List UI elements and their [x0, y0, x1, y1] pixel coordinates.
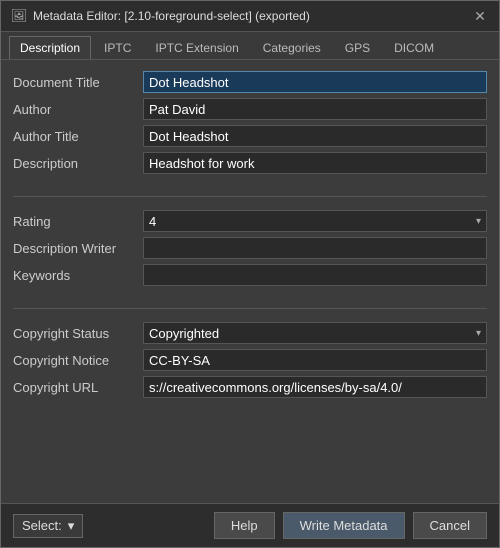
rating-select[interactable]: 0 1 2 3 4 5	[143, 210, 487, 232]
rating-row: Rating 0 1 2 3 4 5 ▾	[13, 209, 487, 233]
rating-label: Rating	[13, 214, 143, 229]
author-input[interactable]	[143, 98, 487, 120]
description-writer-label: Description Writer	[13, 241, 143, 256]
title-bar: 🖼 Metadata Editor: [2.10-foreground-sele…	[1, 1, 499, 32]
copyright-status-row: Copyright Status Unknown Copyrighted Pub…	[13, 321, 487, 345]
description-writer-input[interactable]	[143, 237, 487, 259]
content-area: Document Title Author Author Title Descr…	[1, 60, 499, 503]
select-dropdown-chevron-icon: ▾	[68, 518, 75, 534]
description-row: Description	[13, 151, 487, 175]
keywords-row: Keywords	[13, 263, 487, 287]
divider-1	[13, 196, 487, 197]
author-title-input[interactable]	[143, 125, 487, 147]
divider-2	[13, 308, 487, 309]
copyright-notice-row: Copyright Notice	[13, 348, 487, 372]
tab-bar: Description IPTC IPTC Extension Categori…	[1, 32, 499, 60]
tab-description[interactable]: Description	[9, 36, 91, 59]
help-button[interactable]: Help	[214, 512, 275, 539]
metadata-editor-window: 🖼 Metadata Editor: [2.10-foreground-sele…	[0, 0, 500, 548]
author-title-label: Author Title	[13, 129, 143, 144]
description-input[interactable]	[143, 152, 487, 174]
tab-dicom[interactable]: DICOM	[383, 36, 445, 59]
copyright-url-label: Copyright URL	[13, 380, 143, 395]
tab-iptc[interactable]: IPTC	[93, 36, 142, 59]
copyright-status-select-wrapper: Unknown Copyrighted Public Domain ▾	[143, 322, 487, 344]
copyright-status-select[interactable]: Unknown Copyrighted Public Domain	[143, 322, 487, 344]
copyright-section: Copyright Status Unknown Copyrighted Pub…	[13, 321, 487, 402]
bottom-bar: Select: ▾ Help Write Metadata Cancel	[1, 503, 499, 547]
copyright-url-input[interactable]	[143, 376, 487, 398]
cancel-button[interactable]: Cancel	[413, 512, 487, 539]
tab-categories[interactable]: Categories	[252, 36, 332, 59]
keywords-label: Keywords	[13, 268, 143, 283]
document-title-label: Document Title	[13, 75, 143, 90]
write-metadata-button[interactable]: Write Metadata	[283, 512, 405, 539]
button-group: Help Write Metadata Cancel	[214, 512, 487, 539]
select-dropdown[interactable]: Select: ▾	[13, 514, 83, 538]
document-title-row: Document Title	[13, 70, 487, 94]
window-title: Metadata Editor: [2.10-foreground-select…	[33, 9, 310, 23]
tab-iptc-extension[interactable]: IPTC Extension	[144, 36, 249, 59]
author-title-row: Author Title	[13, 124, 487, 148]
close-button[interactable]: ✕	[471, 7, 489, 25]
author-row: Author	[13, 97, 487, 121]
window-icon: 🖼	[11, 8, 27, 24]
tab-gps[interactable]: GPS	[334, 36, 381, 59]
document-title-input[interactable]	[143, 71, 487, 93]
description-label: Description	[13, 156, 143, 171]
author-label: Author	[13, 102, 143, 117]
basic-info-section: Document Title Author Author Title Descr…	[13, 70, 487, 178]
rating-select-wrapper: 0 1 2 3 4 5 ▾	[143, 210, 487, 232]
select-dropdown-label: Select:	[22, 518, 62, 533]
keywords-input[interactable]	[143, 264, 487, 286]
description-writer-row: Description Writer	[13, 236, 487, 260]
rating-section: Rating 0 1 2 3 4 5 ▾ Description Writer	[13, 209, 487, 290]
copyright-notice-label: Copyright Notice	[13, 353, 143, 368]
copyright-url-row: Copyright URL	[13, 375, 487, 399]
title-bar-left: 🖼 Metadata Editor: [2.10-foreground-sele…	[11, 8, 310, 24]
copyright-status-label: Copyright Status	[13, 326, 143, 341]
copyright-notice-input[interactable]	[143, 349, 487, 371]
